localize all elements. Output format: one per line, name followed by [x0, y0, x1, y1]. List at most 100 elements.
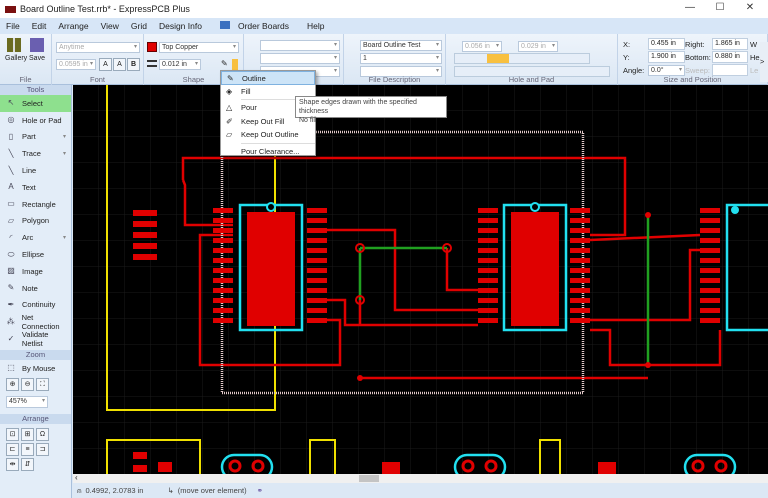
smd-pad[interactable]	[478, 208, 498, 213]
minimize-button[interactable]: —	[675, 2, 705, 16]
hole-size-select[interactable]: 0.029 in	[518, 41, 558, 52]
smd-pad[interactable]	[570, 268, 590, 273]
tool-select[interactable]: ↖ Select	[0, 95, 71, 112]
scroll-thumb[interactable]	[359, 475, 379, 482]
smd-pad[interactable]	[213, 218, 233, 223]
scroll-left-button[interactable]: ‹	[75, 473, 78, 482]
menu-file[interactable]: File	[6, 21, 20, 31]
smd-pad[interactable]	[700, 248, 720, 253]
pad-shape-row[interactable]	[454, 53, 590, 64]
smd-pad[interactable]	[307, 288, 327, 293]
smd-pad[interactable]	[307, 308, 327, 313]
smd-pad[interactable]	[307, 318, 327, 323]
smd-pad[interactable]	[133, 254, 157, 260]
smd-pad[interactable]	[570, 238, 590, 243]
board-title-select[interactable]: Board Outline Test	[360, 40, 442, 51]
smd-pad[interactable]	[570, 318, 590, 323]
flip-horizontal-button[interactable]: ⇹	[6, 457, 19, 471]
smd-pad[interactable]	[478, 288, 498, 293]
smd-pad[interactable]	[478, 308, 498, 313]
smd-pad[interactable]	[700, 318, 720, 323]
tool-net-connection[interactable]: ⁂ Net Connection	[0, 313, 71, 331]
smd-pad[interactable]	[700, 308, 720, 313]
smd-pad[interactable]	[570, 208, 590, 213]
menu-help[interactable]: Help	[307, 21, 324, 31]
chevron-down-icon[interactable]: ▾	[63, 150, 66, 157]
tool-rectangle[interactable]: ▭ Rectangle	[0, 196, 71, 213]
smd-pad[interactable]	[478, 228, 498, 233]
smd-pad[interactable]	[570, 288, 590, 293]
smd-pad[interactable]	[307, 258, 327, 263]
pcb-canvas[interactable]	[73, 85, 768, 477]
align-button[interactable]: ⊡	[6, 427, 19, 441]
smd-pad[interactable]	[307, 218, 327, 223]
smd-pad[interactable]	[307, 248, 327, 253]
smd-pad[interactable]	[213, 318, 233, 323]
smd-pad[interactable]	[478, 238, 498, 243]
smd-pad[interactable]	[478, 258, 498, 263]
smd-pad[interactable]	[478, 218, 498, 223]
smd-pad[interactable]	[478, 278, 498, 283]
smd-pad[interactable]	[213, 288, 233, 293]
smd-pad[interactable]	[307, 278, 327, 283]
smd-pad[interactable]	[213, 228, 233, 233]
grow-font-button[interactable]: A	[99, 58, 112, 71]
font-name-select[interactable]: Anytime	[56, 42, 140, 53]
tool-part[interactable]: ▯ Part ▾	[0, 129, 71, 146]
tool-arc[interactable]: ◜ Arc ▾	[0, 229, 71, 246]
tool-ellipse[interactable]: ⬭ Ellipse	[0, 246, 71, 263]
layer-select[interactable]: Top Copper	[159, 42, 239, 53]
x-field[interactable]: 0.455 in	[648, 38, 685, 50]
gallery-button[interactable]: Gallery	[5, 38, 27, 62]
shape-style-dropdown-button[interactable]	[232, 59, 238, 70]
smd-pad[interactable]	[213, 268, 233, 273]
smd-pad[interactable]	[307, 268, 327, 273]
smd-pad[interactable]	[133, 210, 157, 216]
smd-pad[interactable]	[700, 218, 720, 223]
align-center-button[interactable]: ≡	[21, 442, 34, 456]
font-size-select[interactable]: 0.0595 in	[56, 59, 96, 70]
smd-pad[interactable]	[307, 238, 327, 243]
smd-pad[interactable]	[570, 258, 590, 263]
tool-trace[interactable]: ╲ Trace ▾	[0, 145, 71, 162]
smd-pad[interactable]	[570, 218, 590, 223]
smd-pad[interactable]	[700, 238, 720, 243]
align-left-button[interactable]: ⊏	[6, 442, 19, 456]
menu-arrange[interactable]: Arrange	[58, 21, 88, 31]
smd-pad[interactable]	[213, 208, 233, 213]
tool-image[interactable]: ▨ Image	[0, 263, 71, 280]
option-select-2[interactable]	[260, 53, 340, 64]
selected-pad-shape[interactable]	[487, 54, 509, 63]
right-field[interactable]: 1.865 in	[712, 38, 748, 50]
tool-line[interactable]: ╲ Line	[0, 162, 71, 179]
smd-pad[interactable]	[570, 248, 590, 253]
menu-grid[interactable]: Grid	[131, 21, 147, 31]
smd-pad[interactable]	[213, 258, 233, 263]
rotate-button[interactable]: Ω	[36, 427, 49, 441]
chevron-down-icon[interactable]: ▾	[63, 133, 66, 140]
zoom-level-select[interactable]: 457%	[6, 395, 48, 408]
tool-polygon[interactable]: ▱ Polygon	[0, 213, 71, 230]
y-field[interactable]: 1.900 in	[648, 51, 685, 63]
smd-pad[interactable]	[213, 248, 233, 253]
zoom-by-mouse-button[interactable]: ⬚ By Mouse	[0, 360, 71, 377]
zoom-out-button[interactable]: ⊖	[21, 377, 34, 391]
smd-pad[interactable]	[213, 298, 233, 303]
menu-order-boards[interactable]: Order Boards	[214, 21, 295, 31]
zoom-fit-button[interactable]: ⛶	[36, 377, 49, 391]
shape-style-button[interactable]: ✎	[221, 59, 231, 70]
menu-item-keep-out-outline[interactable]: ▱ Keep Out Outline	[221, 128, 315, 142]
smd-pad[interactable]	[478, 268, 498, 273]
flip-vertical-button[interactable]: ⇵	[21, 457, 34, 471]
distribute-button[interactable]: ⊞	[21, 427, 34, 441]
bold-button[interactable]: B	[127, 58, 140, 71]
tool-hole-or-pad[interactable]: ◎ Hole or Pad	[0, 112, 71, 129]
smd-pad[interactable]	[570, 298, 590, 303]
close-button[interactable]: ✕	[735, 2, 765, 16]
smd-pad[interactable]	[478, 248, 498, 253]
board-number-select[interactable]: 1	[360, 53, 442, 64]
smd-pad[interactable]	[700, 208, 720, 213]
smd-pad[interactable]	[133, 221, 157, 227]
zoom-in-button[interactable]: ⊕	[6, 377, 19, 391]
smd-pad[interactable]	[133, 243, 157, 249]
